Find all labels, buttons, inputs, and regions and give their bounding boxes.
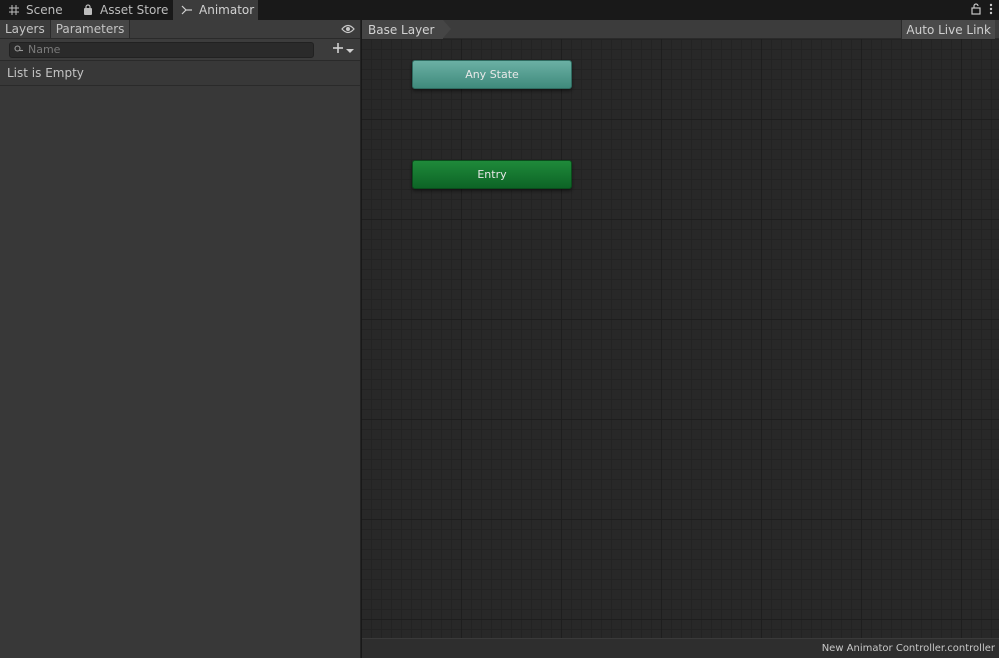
tab-animator[interactable]: Animator [173,0,258,20]
more-options-icon[interactable] [989,3,993,18]
search-box[interactable] [9,41,314,58]
tab-asset-store[interactable]: Asset Store [74,0,176,20]
search-icon [14,43,24,57]
add-parameter-button[interactable] [332,42,354,57]
entry-node[interactable]: Entry [412,160,572,189]
animator-icon [181,4,193,16]
bag-icon [82,4,94,16]
tab-label: Asset Store [100,3,169,17]
status-bar: New Animator Controller.controller [362,638,999,658]
any-state-node[interactable]: Any State [412,60,572,89]
plus-icon [332,42,344,57]
chevron-down-icon [346,43,354,57]
parameter-search-row [0,39,360,61]
tab-scene[interactable]: Scene [0,0,71,20]
eye-icon[interactable] [341,23,355,35]
panel-tabs: Layers Parameters [0,20,360,39]
tab-label: Animator [199,3,255,17]
lock-icon[interactable] [971,2,981,18]
state-machine-graph[interactable]: Base Layer Auto Live Link Any State Entr… [362,20,999,638]
tab-parameters[interactable]: Parameters [50,20,131,38]
parameters-panel: Layers Parameters List is Empty [0,20,361,658]
grid-icon [8,4,20,16]
breadcrumb-base-layer[interactable]: Base Layer [362,20,450,39]
auto-live-link-button[interactable]: Auto Live Link [901,20,995,39]
tab-layers[interactable]: Layers [0,20,51,38]
empty-list-message: List is Empty [0,61,360,86]
window-tab-strip: Scene Asset Store Animator [0,0,999,20]
tab-label: Scene [26,3,63,17]
search-input[interactable] [28,43,298,56]
breadcrumb: Base Layer Auto Live Link [362,20,999,39]
window-controls [971,2,993,18]
controller-file-name: New Animator Controller.controller [821,643,995,654]
